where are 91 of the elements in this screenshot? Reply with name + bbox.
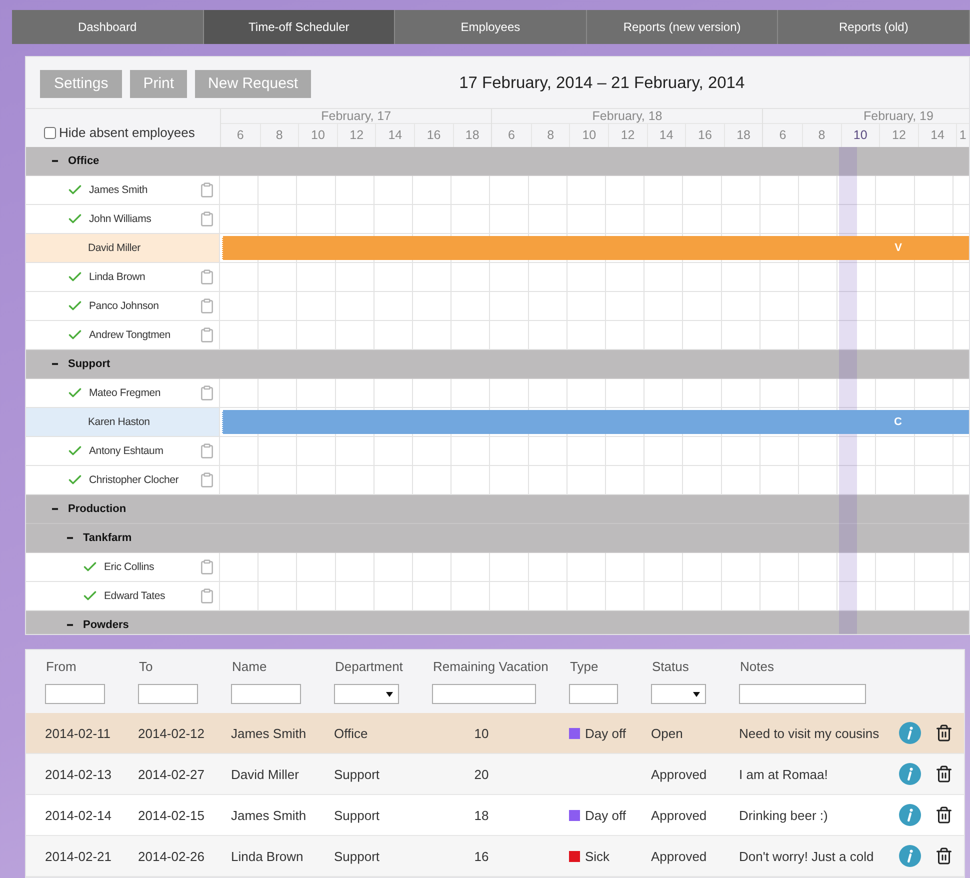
group-name: Powders (83, 618, 129, 631)
table-cell: 2014-02-14 (26, 795, 119, 836)
info-icon[interactable] (899, 763, 921, 785)
clipboard-icon[interactable] (199, 384, 215, 401)
day-header: February, 18 (591, 108, 664, 123)
group-header-row[interactable]: Production (26, 494, 969, 524)
delete-icon[interactable] (935, 724, 953, 742)
column-header: Department (334, 658, 404, 676)
employee-name: Antony Eshtaum (89, 444, 164, 457)
day-header: February, 19 (862, 108, 934, 123)
collapse-icon[interactable] (52, 362, 58, 365)
filter-field[interactable] (138, 684, 198, 704)
employee-name: Edward Tates (104, 590, 166, 602)
group-header-row[interactable]: Tankfarm (26, 524, 969, 553)
hour-label: 6 (778, 127, 788, 144)
employee-name: John Williams (89, 212, 152, 225)
column-header: From (45, 658, 78, 676)
table-cell: Need to visit my cousins (720, 713, 880, 754)
date-range-title: 17 February, 2014 – 21 February, 2014 (459, 74, 745, 94)
hour-label: 6 (236, 127, 245, 144)
filter-field[interactable] (739, 684, 866, 704)
hour-label: 6 (507, 127, 516, 144)
employee-name: David Miller (88, 242, 140, 254)
group-name: Office (68, 154, 100, 167)
info-icon[interactable] (899, 804, 921, 826)
employee-name: James Smith (89, 184, 148, 196)
table-cell: James Smith (212, 795, 315, 836)
group-name: Support (68, 358, 110, 370)
column-header: Name (231, 658, 268, 676)
collapse-icon[interactable] (67, 536, 73, 539)
employee-name: Mateo Fregmen (89, 386, 161, 399)
table-cell: Approved (632, 795, 720, 836)
filter-dropdown[interactable] (651, 684, 706, 704)
filter-field[interactable] (231, 684, 301, 704)
day-header: February, 17 (320, 108, 392, 123)
group-name: Tankfarm (83, 532, 132, 544)
absence-bar[interactable]: C (222, 410, 969, 434)
type-label: Day off (585, 726, 626, 740)
table-cell: Drinking beer :) (720, 795, 880, 836)
clipboard-icon[interactable] (199, 210, 215, 227)
type-label: Sick (585, 848, 610, 864)
column-header: To (138, 658, 154, 676)
filter-field[interactable] (569, 684, 618, 704)
filter-dropdown[interactable] (334, 684, 399, 704)
group-header-row[interactable]: Office (26, 146, 969, 176)
column-header: Type (569, 658, 600, 676)
info-icon[interactable] (899, 845, 921, 867)
table-cell: 10 (413, 713, 550, 754)
group-header-row[interactable]: Powders (26, 610, 969, 634)
collapse-icon[interactable] (52, 160, 58, 162)
hide-absent-checkbox[interactable] (44, 126, 56, 139)
nav-tab[interactable]: Time-off Scheduler (204, 10, 396, 44)
dropdown-arrow-icon (693, 692, 700, 696)
employee-name: Panco Johnson (89, 300, 159, 312)
column-header: Status (651, 658, 690, 676)
clipboard-icon[interactable] (199, 268, 215, 285)
table-cell: 2014-02-15 (119, 795, 212, 836)
filter-field[interactable] (432, 684, 536, 704)
collapse-icon[interactable] (67, 624, 73, 626)
clipboard-icon[interactable] (199, 326, 215, 343)
employee-name: Eric Collins (104, 560, 154, 573)
clipboard-icon[interactable] (199, 442, 215, 459)
delete-icon[interactable] (935, 847, 953, 865)
clipboard-icon[interactable] (199, 472, 215, 488)
employee-name: Linda Brown (89, 270, 146, 283)
table-cell: 2014-02-12 (119, 713, 212, 754)
table-cell: Support (315, 795, 413, 836)
clipboard-icon[interactable] (199, 558, 215, 575)
clipboard-icon[interactable] (199, 182, 215, 198)
table-cell: 18 (413, 795, 550, 836)
delete-icon[interactable] (935, 765, 953, 783)
clipboard-icon[interactable] (199, 298, 215, 314)
group-name: Production (68, 502, 126, 515)
table-cell: Open (632, 713, 720, 754)
group-header-row[interactable]: Support (26, 350, 969, 379)
filter-field[interactable] (45, 684, 105, 704)
dropdown-arrow-icon (386, 692, 393, 696)
column-header: Remaining Vacation (432, 658, 550, 676)
info-icon[interactable] (899, 722, 921, 744)
table-cell: Office (315, 713, 413, 754)
clipboard-icon[interactable] (199, 588, 215, 604)
collapse-icon[interactable] (52, 508, 58, 510)
table-cell: 2014-02-11 (26, 713, 119, 754)
employee-name: Christopher Clocher (89, 474, 179, 486)
type-label: Day off (585, 808, 626, 822)
delete-icon[interactable] (935, 806, 953, 824)
employee-name: Andrew Tongtmen (89, 328, 170, 341)
table-cell: James Smith (212, 713, 315, 754)
employee-name: Karen Haston (88, 416, 150, 428)
column-header: Notes (739, 658, 775, 676)
checkbox-label: Hide absent employees (59, 125, 195, 140)
